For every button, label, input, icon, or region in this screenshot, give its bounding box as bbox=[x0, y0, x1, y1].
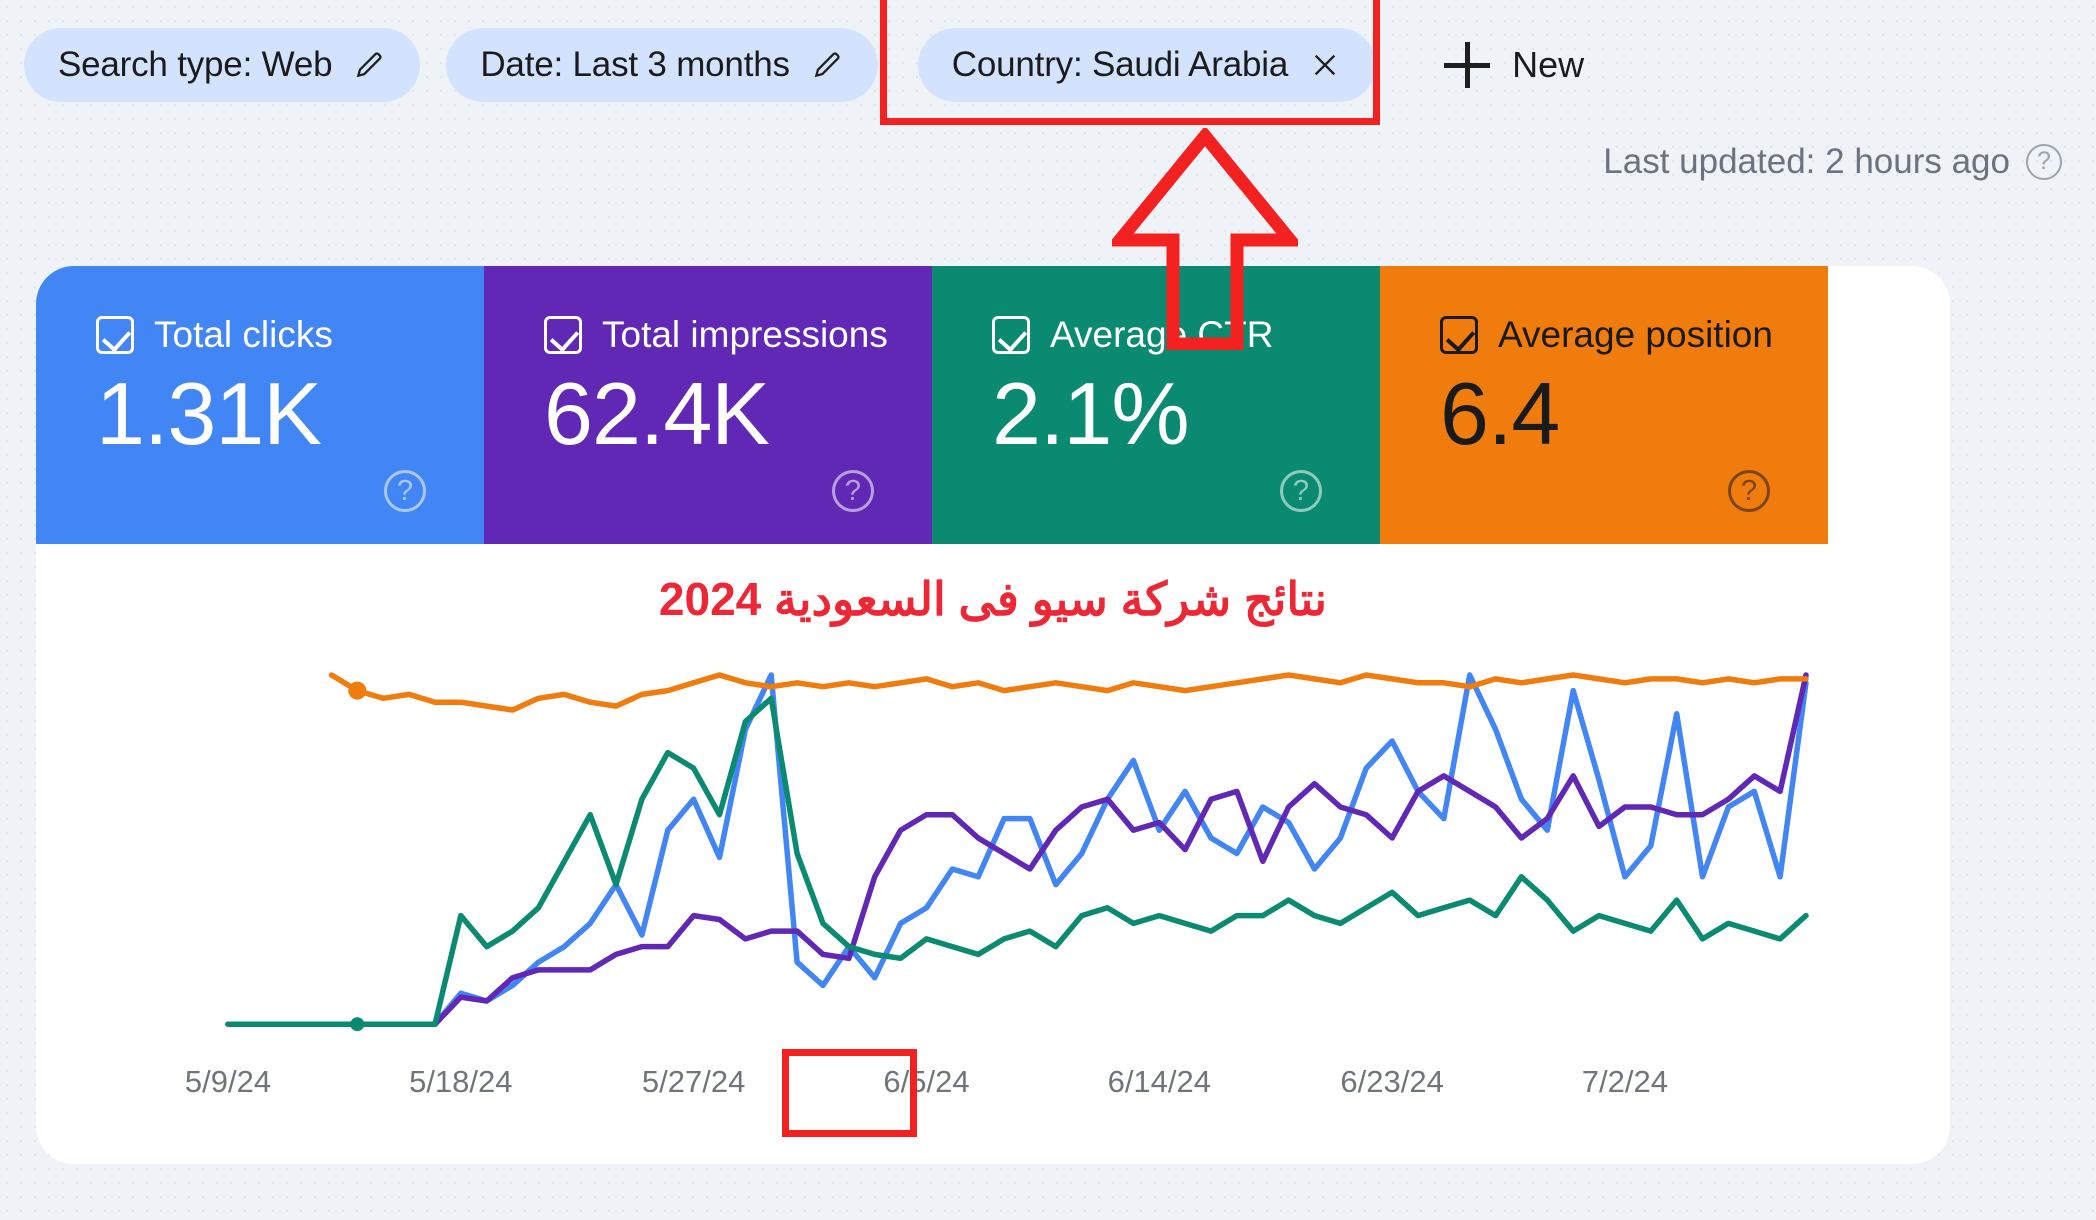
x-axis-tick-label: 6/14/24 bbox=[1107, 1064, 1212, 1099]
metric-card-total-clicks[interactable]: Total clicks 1.31K ? bbox=[36, 266, 484, 544]
help-icon[interactable]: ? bbox=[1728, 470, 1770, 512]
metric-card-header: Total impressions bbox=[544, 314, 932, 356]
last-updated-status: Last updated: 2 hours ago ? bbox=[1603, 142, 2062, 182]
metric-card-header: Average position bbox=[1440, 314, 1828, 356]
help-icon[interactable]: ? bbox=[384, 470, 426, 512]
checkbox-icon[interactable] bbox=[96, 316, 134, 354]
country-chip-container: Country: Saudi Arabia bbox=[879, 0, 1402, 125]
help-icon[interactable]: ? bbox=[2026, 144, 2062, 180]
metric-card-header: Average CTR bbox=[992, 314, 1380, 356]
chip-date[interactable]: Date: Last 3 months bbox=[446, 28, 878, 102]
pencil-icon[interactable] bbox=[352, 48, 386, 82]
metric-label: Average position bbox=[1498, 314, 1773, 355]
metric-card-average-ctr[interactable]: Average CTR 2.1% ? bbox=[932, 266, 1380, 544]
metric-value: 6.4 bbox=[1440, 364, 1560, 463]
chart-data-point bbox=[348, 681, 367, 700]
pencil-icon[interactable] bbox=[810, 48, 844, 82]
metric-card-header: Total clicks bbox=[96, 314, 484, 356]
help-icon[interactable]: ? bbox=[832, 470, 874, 512]
x-axis-labels: 5/9/24 5/18/24 5/27/24 6/5/24 6/14/24 6/23/24… bbox=[36, 1064, 1950, 1134]
metric-value: 62.4K bbox=[544, 364, 770, 463]
metric-value: 2.1% bbox=[992, 364, 1190, 463]
help-icon[interactable]: ? bbox=[1280, 470, 1322, 512]
x-axis-tick-label: 5/18/24 bbox=[409, 1064, 513, 1099]
x-axis-tick-label: 5/27/24 bbox=[641, 1064, 746, 1099]
chart-line-average-position bbox=[328, 672, 1809, 713]
x-axis-tick-label: 7/2/24 bbox=[1581, 1064, 1668, 1099]
metric-label: Total impressions bbox=[602, 314, 888, 355]
chip-date-label: Date: Last 3 months bbox=[480, 45, 790, 84]
metric-card-average-position[interactable]: Average position 6.4 ? bbox=[1380, 266, 1828, 544]
metric-value: 1.31K bbox=[96, 364, 322, 463]
performance-report-panel: Total clicks 1.31K ? Total impressions 6… bbox=[36, 266, 1950, 1164]
checkbox-icon[interactable] bbox=[1440, 316, 1478, 354]
x-axis-tick-label: 6/23/24 bbox=[1340, 1064, 1444, 1099]
chip-country[interactable]: Country: Saudi Arabia bbox=[917, 28, 1377, 102]
metric-cards-row: Total clicks 1.31K ? Total impressions 6… bbox=[36, 266, 1950, 544]
chip-search-type[interactable]: Search type: Web bbox=[24, 28, 421, 102]
chart-data-point bbox=[350, 1017, 365, 1032]
add-new-filter-button[interactable]: New bbox=[1444, 42, 1584, 88]
metric-label: Average CTR bbox=[1050, 314, 1274, 355]
chart-line-total-clicks bbox=[225, 672, 1809, 1027]
chart-line-total-impressions bbox=[225, 672, 1809, 1027]
metric-label: Total clicks bbox=[154, 314, 333, 355]
close-icon[interactable] bbox=[1308, 48, 1342, 82]
filter-bar: Search type: Web Date: Last 3 months Cou… bbox=[0, 0, 2096, 130]
plus-icon bbox=[1444, 42, 1491, 88]
new-button-label: New bbox=[1512, 44, 1585, 85]
last-updated-text: Last updated: 2 hours ago bbox=[1603, 142, 2010, 181]
x-axis-tick-label: 6/5/24 bbox=[883, 1064, 970, 1099]
chip-country-label: Country: Saudi Arabia bbox=[951, 45, 1289, 84]
chip-search-type-label: Search type: Web bbox=[58, 45, 333, 84]
metric-card-total-impressions[interactable]: Total impressions 62.4K ? bbox=[484, 266, 932, 544]
checkbox-icon[interactable] bbox=[992, 316, 1030, 354]
x-axis-tick-label: 5/9/24 bbox=[184, 1064, 272, 1099]
checkbox-icon[interactable] bbox=[544, 316, 582, 354]
performance-chart: نتائج شركة سيو فى السعودية 2024 5/9/24 5/… bbox=[36, 544, 1950, 1164]
